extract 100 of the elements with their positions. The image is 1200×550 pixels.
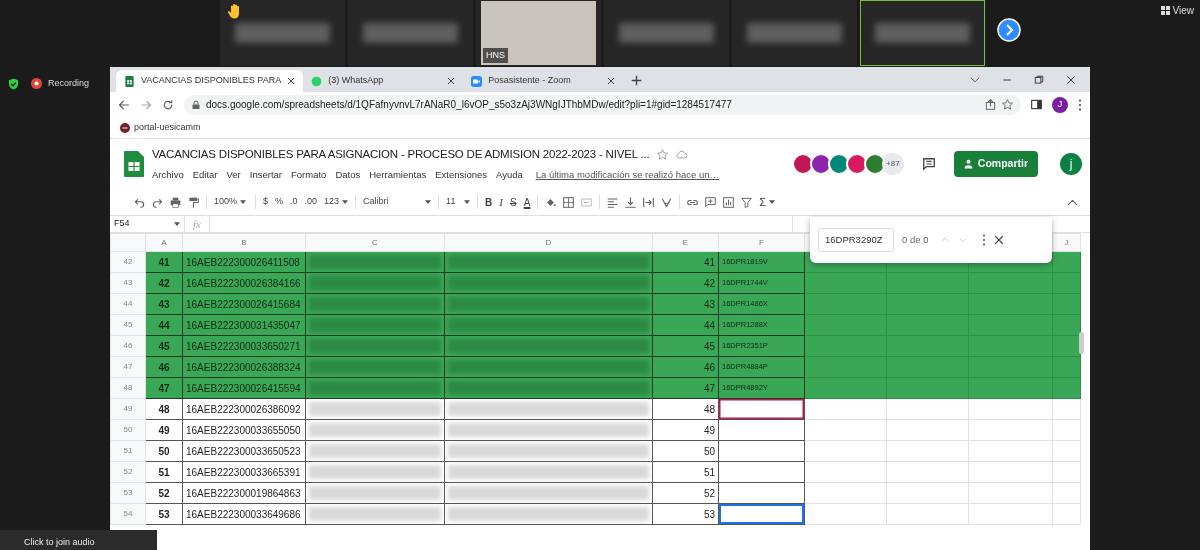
chevron-down-icon[interactable]: [970, 74, 980, 85]
zoom-dropdown[interactable]: 100%: [214, 195, 248, 209]
column-header[interactable]: A: [145, 233, 183, 252]
profile-avatar[interactable]: J: [1052, 96, 1068, 113]
table-cell[interactable]: 16AEB222300026386092: [182, 398, 306, 420]
table-cell[interactable]: [718, 398, 805, 420]
document-title[interactable]: VACANCIAS DISPONIBLES PARA ASIGNACION - PROCESO DE ADMISION 2022-2023 - NIVEL ...: [152, 146, 650, 164]
join-audio-toast[interactable]: Click to join audio: [0, 530, 157, 550]
menu-item[interactable]: Ver: [226, 167, 241, 182]
increase-decimals-button[interactable]: .00: [304, 195, 318, 209]
browser-tab[interactable]: (3) WhatsApp: [303, 70, 464, 92]
table-cell[interactable]: 51: [145, 461, 183, 483]
menu-item[interactable]: Extensiones: [435, 167, 487, 182]
table-cell[interactable]: 48: [652, 398, 719, 420]
close-icon[interactable]: [1066, 74, 1076, 85]
strikethrough-button[interactable]: S: [510, 194, 517, 210]
table-cell[interactable]: 53: [145, 503, 183, 525]
table-cell[interactable]: 53: [652, 503, 719, 525]
align-left-icon[interactable]: [607, 196, 619, 208]
table-cell[interactable]: [718, 482, 805, 504]
text-color-button[interactable]: A: [523, 194, 531, 210]
back-icon[interactable]: [118, 98, 130, 111]
next-page-icon[interactable]: [997, 18, 1021, 42]
row-number[interactable]: 46: [110, 335, 146, 357]
vertical-align-icon[interactable]: [625, 196, 637, 208]
table-cell[interactable]: 52: [652, 482, 719, 504]
scrollbar-thumb[interactable]: [1079, 332, 1084, 354]
table-cell[interactable]: 16AEB222300033655050: [182, 419, 306, 441]
font-dropdown[interactable]: Calibri: [363, 195, 432, 209]
browser-tab[interactable]: VACANCIAS DISPONIBLES PARA: [116, 70, 304, 92]
table-cell[interactable]: 52: [145, 482, 183, 504]
new-tab-icon[interactable]: [631, 75, 643, 86]
sheets-logo-icon[interactable]: [124, 151, 144, 177]
row-number[interactable]: 51: [110, 440, 146, 462]
row-number[interactable]: 52: [110, 461, 146, 483]
collaborator-avatar[interactable]: [809, 153, 832, 175]
side-panel-icon[interactable]: [1031, 99, 1042, 110]
fill-color-icon[interactable]: [545, 196, 557, 208]
collaborator-count[interactable]: +87: [881, 153, 904, 175]
table-cell[interactable]: [718, 419, 805, 441]
column-header[interactable]: E: [652, 233, 719, 252]
table-cell[interactable]: 49: [145, 419, 183, 441]
font-size-dropdown[interactable]: 11: [446, 195, 471, 209]
table-cell[interactable]: [718, 440, 805, 462]
row-number[interactable]: 50: [110, 419, 146, 441]
column-header[interactable]: J: [1052, 233, 1081, 252]
reload-icon[interactable]: [162, 98, 174, 111]
table-cell[interactable]: 16AEB222300033650523: [182, 440, 306, 462]
table-cell[interactable]: [718, 503, 805, 525]
table-cell[interactable]: 50: [652, 440, 719, 462]
merge-cells-icon[interactable]: [581, 196, 593, 208]
percent-button[interactable]: %: [275, 195, 284, 209]
column-header[interactable]: F: [718, 233, 805, 252]
row-number[interactable]: 54: [110, 503, 146, 525]
italic-button[interactable]: I: [499, 193, 503, 211]
table-cell[interactable]: 48: [145, 398, 183, 420]
table-cell[interactable]: 16AEB222300019864863: [182, 482, 306, 504]
menu-item[interactable]: Ayuda: [496, 167, 523, 182]
close-icon[interactable]: [447, 77, 456, 85]
decrease-decimals-button[interactable]: .0: [290, 195, 298, 209]
table-cell[interactable]: 51: [652, 461, 719, 483]
row-number[interactable]: 45: [110, 314, 146, 336]
bookmark-link[interactable]: portal-uesicamm: [120, 120, 201, 135]
menu-item[interactable]: Datos: [335, 167, 361, 182]
row-number[interactable]: 48: [110, 377, 146, 399]
redo-icon[interactable]: [152, 196, 163, 208]
column-header[interactable]: B: [182, 233, 306, 252]
more-icon[interactable]: [1078, 98, 1082, 111]
number-format-dropdown[interactable]: 123: [324, 195, 349, 209]
collaborator-avatar[interactable]: [827, 153, 850, 175]
formula-input[interactable]: [208, 216, 793, 232]
text-wrap-icon[interactable]: [643, 196, 655, 208]
filter-icon[interactable]: [741, 196, 753, 208]
row-number[interactable]: 47: [110, 356, 146, 378]
insert-comment-icon[interactable]: [705, 196, 717, 208]
row-number[interactable]: 43: [110, 272, 146, 294]
corner-cell[interactable]: [110, 233, 146, 252]
find-field[interactable]: 16DPR3290Z: [818, 227, 894, 253]
bold-button[interactable]: B: [485, 194, 493, 210]
row-number[interactable]: 42: [110, 251, 146, 273]
name-box[interactable]: F54: [110, 216, 185, 232]
close-icon[interactable]: [994, 235, 1005, 245]
collaborator-avatar[interactable]: [863, 153, 886, 175]
borders-icon[interactable]: [563, 196, 575, 208]
address-bar[interactable]: docs.google.com/spreadsheets/d/1QFafnyvnvL7rANaR0_l6vOP_s5o3zAj3WNgIJThbMDw/edit?pli=1#gid=1284517477: [184, 94, 1021, 115]
menu-item[interactable]: Editar: [192, 167, 218, 182]
functions-dropdown[interactable]: Σ: [759, 193, 776, 211]
chart-icon[interactable]: [723, 196, 735, 208]
last-edit-link[interactable]: La última modificación se realizó hace un…: [535, 167, 719, 182]
star-icon[interactable]: [657, 149, 669, 161]
undo-icon[interactable]: [134, 196, 145, 208]
share-icon[interactable]: [985, 99, 996, 110]
currency-button[interactable]: $: [263, 195, 268, 209]
table-cell[interactable]: 16AEB222300033649686: [182, 503, 306, 525]
print-icon[interactable]: [170, 196, 181, 208]
collaborator-avatar[interactable]: [845, 153, 868, 175]
close-icon[interactable]: [607, 77, 616, 85]
menu-item[interactable]: Insertar: [249, 167, 282, 182]
row-number[interactable]: 49: [110, 398, 146, 420]
menu-item[interactable]: Archivo: [152, 167, 184, 182]
